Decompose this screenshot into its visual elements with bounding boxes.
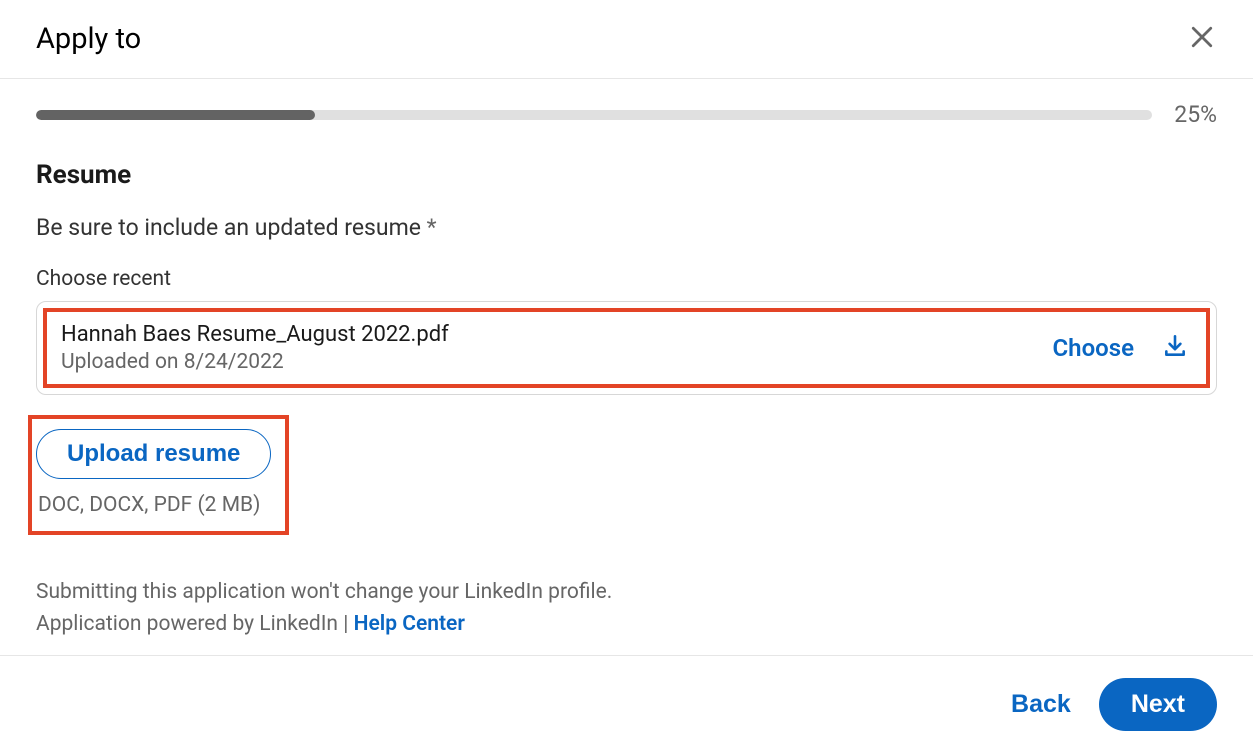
resume-filename: Hannah Baes Resume_August 2022.pdf (61, 322, 449, 347)
download-icon[interactable] (1162, 333, 1188, 363)
progress-bar (36, 110, 1152, 120)
choose-recent-label: Choose recent (36, 267, 1217, 291)
progress-percent-label: 25% (1174, 101, 1217, 128)
footer-note-profile: Submitting this application won't change… (36, 577, 1217, 609)
resume-section-title: Resume (36, 160, 1217, 190)
footer-note-powered: Application powered by LinkedIn | Help C… (36, 609, 1217, 641)
upload-resume-button[interactable]: Upload resume (36, 429, 271, 479)
footer-powered-prefix: Application powered by LinkedIn | (36, 612, 354, 636)
footer-notes: Submitting this application won't change… (36, 577, 1217, 640)
modal-footer: Back Next (0, 655, 1253, 753)
choose-resume-button[interactable]: Choose (1052, 334, 1134, 362)
resume-instruction: Be sure to include an updated resume * (36, 214, 1217, 241)
modal-header: Apply to (0, 0, 1253, 79)
resume-uploaded-date: Uploaded on 8/24/2022 (61, 350, 449, 374)
resume-card-highlight: Hannah Baes Resume_August 2022.pdf Uploa… (43, 308, 1210, 388)
required-marker: * (427, 214, 437, 241)
upload-hint: DOC, DOCX, PDF (2 MB) (36, 493, 271, 517)
close-icon[interactable] (1187, 22, 1217, 56)
progress-fill (36, 110, 315, 120)
resume-actions: Choose (1052, 333, 1188, 363)
modal-content: 25% Resume Be sure to include an updated… (0, 79, 1253, 650)
progress-row: 25% (36, 101, 1217, 128)
resume-info: Hannah Baes Resume_August 2022.pdf Uploa… (61, 322, 449, 374)
next-button[interactable]: Next (1099, 678, 1217, 731)
back-button[interactable]: Back (1011, 690, 1071, 719)
modal-title: Apply to (36, 22, 141, 56)
upload-section-highlight: Upload resume DOC, DOCX, PDF (2 MB) (28, 415, 289, 535)
instruction-text: Be sure to include an updated resume (36, 214, 421, 241)
help-center-link[interactable]: Help Center (354, 612, 465, 636)
resume-card: Hannah Baes Resume_August 2022.pdf Uploa… (36, 301, 1217, 395)
